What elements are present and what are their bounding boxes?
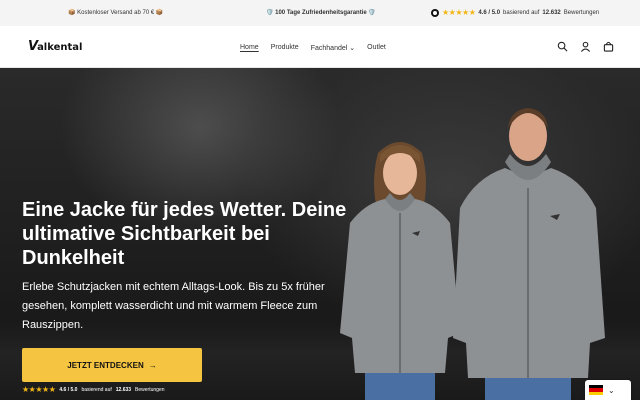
cta-label: JETZT ENTDECKEN (67, 360, 144, 370)
rating-text: basierend auf (503, 10, 540, 16)
nav-produkte[interactable]: Produkte (271, 44, 299, 52)
trustpilot-logo-icon (431, 9, 439, 17)
hero-rating-count: 12.633 (115, 387, 132, 393)
hero-subtext: Erlebe Schutzjacken mit echtem Alltags-L… (22, 281, 325, 331)
hero-rating-suffix: Bewertungen (135, 387, 165, 393)
german-flag-icon (589, 385, 603, 395)
announcement-bar: 📦 Kostenloser Versand ab 70 € 📦 🛡️ 100 T… (0, 0, 640, 26)
free-shipping-text: 📦 Kostenloser Versand ab 70 € 📦 (68, 10, 164, 16)
site-header: Valkental Home Produkte Fachhandel ⌄ Out… (0, 26, 640, 68)
trustpilot-rating[interactable]: ★★★★★ 4.6 / 5.0 basierend auf 12.632 Bew… (431, 9, 599, 17)
main-nav: Home Produkte Fachhandel ⌄ Outlet (240, 44, 386, 52)
chevron-down-icon: ⌄ (608, 385, 615, 395)
nav-fachhandel[interactable]: Fachhandel ⌄ (311, 44, 355, 52)
hero-rating[interactable]: ★★★★★ 4.6 / 5.0 basierend auf 12.633 Bew… (22, 386, 165, 394)
rating-value: 4.6 / 5.0 (478, 10, 501, 16)
model-man-image (453, 108, 605, 400)
search-icon[interactable] (557, 41, 568, 52)
hero-rating-text: basierend auf (81, 387, 112, 393)
hero-rating-value: 4.6 / 5.0 (59, 387, 78, 393)
language-selector[interactable]: ⌄ (585, 380, 631, 400)
guarantee-text: 🛡️ 100 Tage Zufriedenheitsgarantie 🛡️ (266, 10, 376, 16)
hero-banner: Eine Jacke für jedes Wetter. Deine ultim… (0, 68, 640, 400)
cta-button[interactable]: JETZT ENTDECKEN → (22, 348, 202, 382)
rating-suffix: Bewertungen (563, 10, 600, 16)
arrow-right-icon: → (148, 360, 157, 370)
logo-text: alkental (37, 42, 83, 53)
hero-headline: Eine Jacke für jedes Wetter. Deine ultim… (22, 199, 347, 269)
nav-home[interactable]: Home (240, 44, 259, 52)
nav-outlet[interactable]: Outlet (367, 44, 386, 52)
account-icon[interactable] (580, 41, 591, 52)
rating-count: 12.632 (542, 10, 561, 16)
rating-stars: ★★★★★ (442, 8, 476, 17)
hero-rating-stars: ★★★★★ (22, 385, 56, 394)
site-logo[interactable]: Valkental (28, 39, 82, 54)
cart-icon[interactable] (603, 41, 614, 52)
header-icons (557, 41, 614, 52)
